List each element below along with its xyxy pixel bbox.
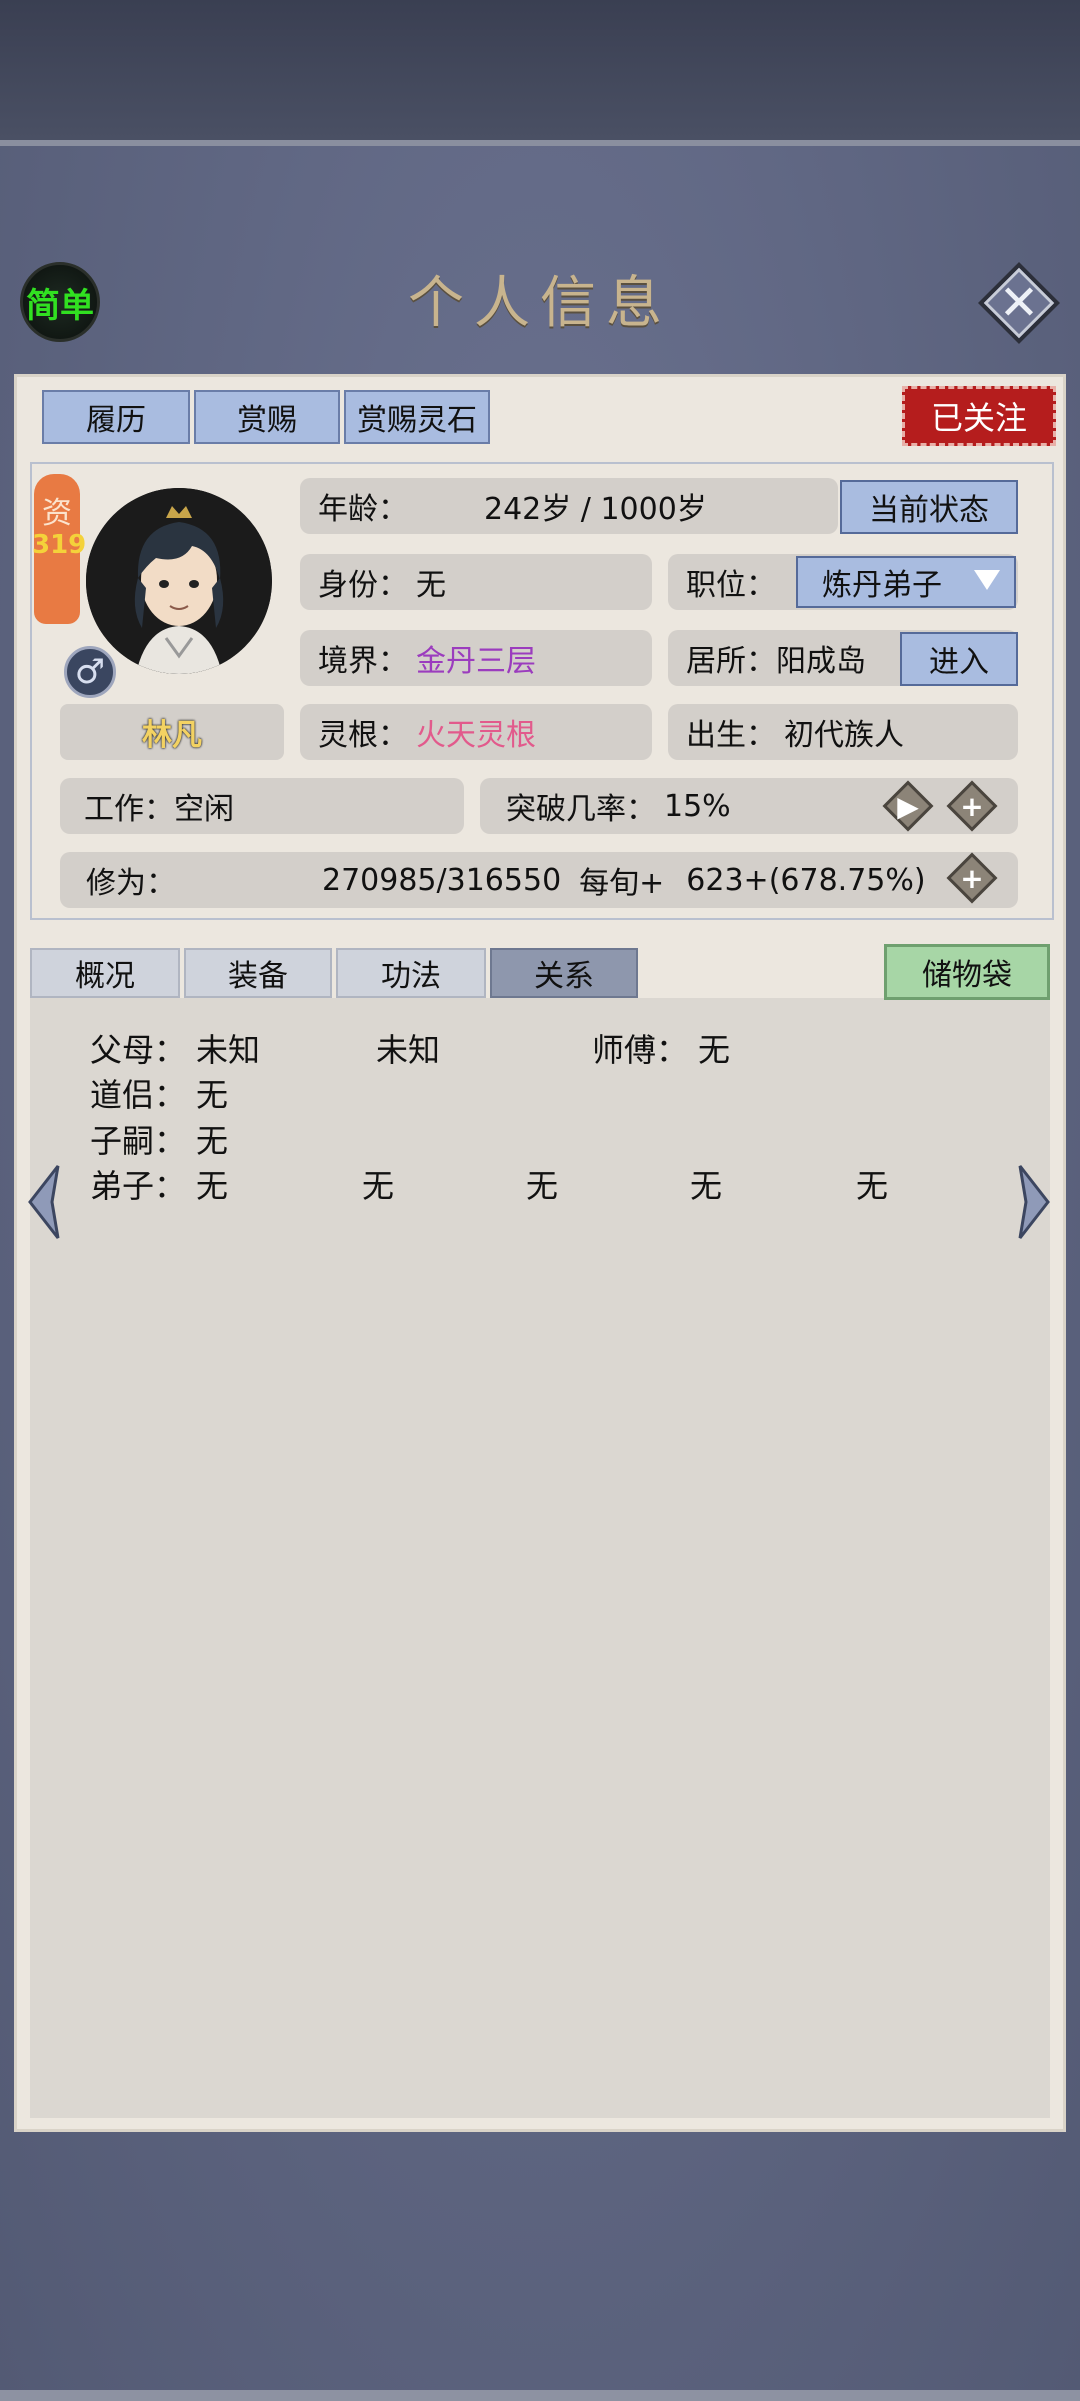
age-field: 年龄： 242岁 / 1000岁 xyxy=(300,478,838,534)
chevron-down-icon xyxy=(974,570,1000,590)
male-icon: ♂ xyxy=(64,646,116,698)
disciple-4[interactable]: 无 xyxy=(690,1161,722,1207)
spirit-root-label: 灵根： xyxy=(318,718,408,753)
birth-value: 初代族人 xyxy=(784,718,904,753)
identity-label: 身份： xyxy=(318,568,408,603)
storage-bag-button[interactable]: 储物袋 xyxy=(884,944,1050,1000)
children-label: 子嗣： xyxy=(90,1122,187,1160)
enter-residence-button[interactable]: 进入 xyxy=(900,632,1018,686)
realm-value: 金丹三层 xyxy=(416,644,536,679)
disciples-label: 弟子： xyxy=(90,1167,187,1205)
master-value[interactable]: 无 xyxy=(698,1025,730,1071)
partner-value[interactable]: 无 xyxy=(196,1070,228,1116)
play-icon: ▶ xyxy=(897,789,919,823)
per-period-value: 623+(678.75%) xyxy=(686,862,926,898)
position-value: 炼丹弟子 xyxy=(822,568,942,603)
realm-label: 境界： xyxy=(318,644,408,679)
cultivation-label: 修为： xyxy=(86,866,176,901)
cultivation-plus-button[interactable]: + xyxy=(946,852,998,904)
age-value: 242岁 / 1000岁 xyxy=(484,492,707,527)
work-label: 工作： xyxy=(84,792,174,827)
parents-label: 父母： xyxy=(90,1031,187,1069)
breakthrough-value: 15% xyxy=(664,788,731,824)
avatar-container[interactable]: ♂ xyxy=(60,470,280,710)
realm-field: 境界： 金丹三层 xyxy=(300,630,652,686)
work-value: 空闲 xyxy=(174,792,234,827)
current-status-button[interactable]: 当前状态 xyxy=(840,480,1018,534)
disciple-3[interactable]: 无 xyxy=(526,1161,558,1207)
tab-history[interactable]: 履历 xyxy=(42,390,190,444)
close-button[interactable]: ✕ xyxy=(977,261,1061,345)
spirit-root-field: 灵根： 火天灵根 xyxy=(300,704,652,760)
plus-icon: + xyxy=(960,861,984,895)
tab-overview[interactable]: 概况 xyxy=(30,948,180,998)
tab-reward[interactable]: 赏赐 xyxy=(194,390,340,444)
next-arrow-icon[interactable] xyxy=(1014,1162,1054,1242)
close-icon: ✕ xyxy=(998,275,1040,331)
previous-arrow-icon[interactable] xyxy=(24,1162,64,1242)
tab-techniques[interactable]: 功法 xyxy=(336,948,486,998)
disciple-5[interactable]: 无 xyxy=(856,1161,888,1207)
per-period-label: 每旬+ xyxy=(579,866,665,901)
tab-reward-spirit-stone[interactable]: 赏赐灵石 xyxy=(344,390,490,444)
cultivation-value: 270985/316550 xyxy=(322,862,562,898)
breakthrough-play-button[interactable]: ▶ xyxy=(882,780,934,832)
partner-label: 道侣： xyxy=(90,1076,187,1114)
parent-2[interactable]: 未知 xyxy=(376,1025,440,1071)
plus-icon: + xyxy=(960,789,984,823)
breakthrough-field: 突破几率： 15% xyxy=(480,778,1018,834)
identity-value: 无 xyxy=(416,568,446,603)
tab-relations[interactable]: 关系 xyxy=(490,948,638,998)
master-label: 师傅： xyxy=(592,1031,689,1069)
disciple-1[interactable]: 无 xyxy=(196,1161,228,1207)
breakthrough-plus-button[interactable]: + xyxy=(946,780,998,832)
children-value[interactable]: 无 xyxy=(196,1116,228,1162)
position-select[interactable]: 炼丹弟子 xyxy=(796,556,1016,608)
birth-field: 出生： 初代族人 xyxy=(668,704,1018,760)
birth-label: 出生： xyxy=(686,718,776,753)
age-label: 年龄： xyxy=(318,492,408,527)
character-name: 林凡 xyxy=(60,704,284,760)
top-bar xyxy=(0,0,1080,146)
position-label: 职位： xyxy=(686,568,776,603)
parent-1[interactable]: 未知 xyxy=(196,1025,260,1071)
follow-button[interactable]: 已关注 xyxy=(902,386,1056,446)
avatar xyxy=(86,488,272,674)
identity-field: 身份： 无 xyxy=(300,554,652,610)
residence-value: 阳成岛 xyxy=(776,644,866,679)
work-field: 工作： 空闲 xyxy=(60,778,464,834)
page-title: 个人信息 xyxy=(408,271,672,336)
cultivation-field: 修为： 270985/316550 每旬+ 623+(678.75%) xyxy=(60,852,1018,908)
breakthrough-label: 突破几率： xyxy=(506,792,656,827)
avatar-portrait xyxy=(86,488,272,674)
spirit-root-value: 火天灵根 xyxy=(416,718,536,753)
bottom-edge xyxy=(0,2390,1080,2401)
disciple-2[interactable]: 无 xyxy=(362,1161,394,1207)
tab-equipment[interactable]: 装备 xyxy=(184,948,332,998)
residence-label: 居所： xyxy=(686,644,776,679)
